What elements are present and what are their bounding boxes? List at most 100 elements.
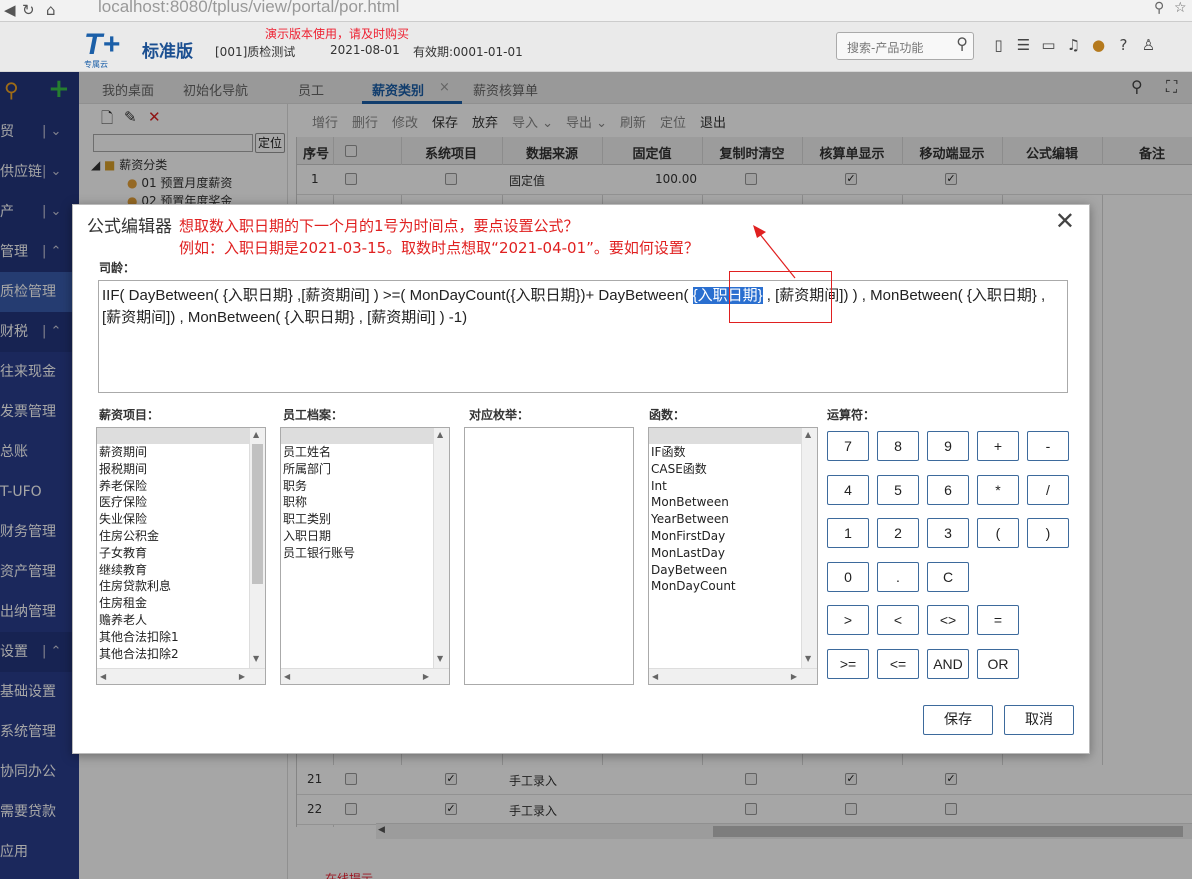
operator-button[interactable]: 0	[827, 561, 869, 592]
back-icon[interactable]: ◀	[4, 1, 16, 19]
list-item[interactable]: 赡养老人	[97, 612, 265, 629]
operator-button[interactable]: C	[927, 561, 969, 592]
operator-button[interactable]: +	[977, 431, 1019, 461]
scroll-left-icon[interactable]: ◀	[100, 672, 106, 681]
key-icon[interactable]: ⚲	[1154, 0, 1164, 16]
list-item[interactable]: IF函数	[649, 444, 817, 461]
operator-button[interactable]: <>	[927, 605, 969, 635]
list-item[interactable]: 其他合法扣除2	[97, 646, 265, 663]
employee-list-scrollbar[interactable]: ▲ ▼	[433, 428, 449, 668]
bell-icon[interactable]: ♫	[1061, 36, 1086, 54]
salary-list-scrollbar[interactable]: ▲ ▼	[249, 428, 265, 668]
operator-button[interactable]: (	[977, 518, 1019, 548]
operator-button[interactable]: >=	[827, 648, 869, 679]
list-item[interactable]: MonFirstDay	[649, 528, 817, 545]
scroll-down-icon[interactable]: ▼	[253, 654, 259, 663]
scroll-right-icon[interactable]: ▶	[423, 672, 429, 681]
functions-list[interactable]: IF函数 CASE函数 Int MonBetween YearBetween MonFir…	[648, 427, 818, 685]
list-item[interactable]: CASE函数	[649, 461, 817, 478]
list-item[interactable]: 住房贷款利息	[97, 578, 265, 595]
help-icon[interactable]: ?	[1111, 36, 1136, 54]
list-item[interactable]: Int	[649, 478, 817, 495]
operator-button[interactable]: =	[977, 605, 1019, 635]
list-item[interactable]: DayBetween	[649, 562, 817, 579]
operator-button[interactable]: 4	[827, 474, 869, 505]
list-item[interactable]: MonDayCount	[649, 578, 817, 595]
list-item[interactable]: YearBetween	[649, 511, 817, 528]
checklist-icon[interactable]: ☰	[1011, 36, 1036, 54]
operator-button[interactable]: 7	[827, 431, 869, 461]
demo-notice[interactable]: 演示版本使用，请及时购买	[265, 25, 409, 42]
list-item[interactable]: 薪资期间	[97, 444, 265, 461]
operator-button[interactable]: >	[827, 605, 869, 635]
scroll-left-icon[interactable]: ◀	[652, 672, 658, 681]
operator-button[interactable]: 9	[927, 431, 969, 461]
operator-button[interactable]: <=	[877, 648, 919, 679]
scroll-up-icon[interactable]: ▲	[805, 430, 811, 439]
operator-button[interactable]: .	[877, 561, 919, 592]
scroll-down-icon[interactable]: ▼	[805, 654, 811, 663]
list-item[interactable]: 住房公积金	[97, 528, 265, 545]
reload-icon[interactable]: ↻	[22, 1, 35, 19]
scroll-right-icon[interactable]: ▶	[239, 672, 245, 681]
scroll-right-icon[interactable]: ▶	[791, 672, 797, 681]
list-item[interactable]: 职称	[281, 494, 449, 511]
scroll-up-icon[interactable]: ▲	[253, 430, 259, 439]
user-icon[interactable]: ♙	[1136, 36, 1161, 54]
functions-list-scrollbar[interactable]: ▲ ▼	[801, 428, 817, 668]
close-icon[interactable]: ✕	[1055, 207, 1075, 235]
list-item[interactable]: 养老保险	[97, 478, 265, 495]
operator-button[interactable]: *	[977, 474, 1019, 505]
formula-textarea[interactable]: IIF( DayBetween( {入职日期} ,[薪资期间] ) >=( Mo…	[98, 280, 1068, 393]
operator-button[interactable]: 8	[877, 431, 919, 461]
scroll-thumb[interactable]	[252, 444, 263, 584]
employee-file-list[interactable]: 员工姓名 所属部门 职务 职称 职工类别 入职日期 员工银行账号 ▲ ▼ ◀ ▶	[280, 427, 450, 685]
search-input[interactable]: 搜索-产品功能 ⚲	[836, 32, 974, 60]
scroll-up-icon[interactable]: ▲	[437, 430, 443, 439]
list-item[interactable]: 所属部门	[281, 461, 449, 478]
url-text[interactable]: localhost:8080/tplus/view/portal/por.htm…	[98, 0, 399, 17]
cancel-button[interactable]: 取消	[1004, 705, 1074, 735]
horizontal-scrollbar[interactable]: ◀ ▶	[97, 668, 265, 684]
operator-button[interactable]: 3	[927, 518, 969, 548]
operator-button[interactable]: /	[1027, 474, 1069, 505]
list-item[interactable]: 职工类别	[281, 511, 449, 528]
document-icon[interactable]: ▯	[986, 36, 1011, 54]
save-button[interactable]: 保存	[923, 705, 993, 735]
search-icon[interactable]: ⚲	[956, 34, 968, 53]
operator-button[interactable]: )	[1027, 518, 1069, 548]
list-item[interactable]: 其他合法扣除1	[97, 629, 265, 646]
home-icon[interactable]: ⌂	[46, 1, 56, 19]
list-item[interactable]: 员工姓名	[281, 444, 449, 461]
list-item[interactable]: 入职日期	[281, 528, 449, 545]
list-item[interactable]: 失业保险	[97, 511, 265, 528]
list-item[interactable]: 子女教育	[97, 545, 265, 562]
list-item[interactable]: MonLastDay	[649, 545, 817, 562]
list-item[interactable]: 报税期间	[97, 461, 265, 478]
list-item[interactable]: MonBetween	[649, 494, 817, 511]
mascot-icon[interactable]: ●	[1086, 36, 1111, 54]
operator-button[interactable]: AND	[927, 648, 969, 679]
operator-button[interactable]: <	[877, 605, 919, 635]
operator-button[interactable]: 6	[927, 474, 969, 505]
list-item[interactable]: 医疗保险	[97, 494, 265, 511]
horizontal-scrollbar[interactable]: ◀ ▶	[649, 668, 817, 684]
scroll-left-icon[interactable]: ◀	[284, 672, 290, 681]
operator-button[interactable]: 5	[877, 474, 919, 505]
message-icon[interactable]: ▭	[1036, 36, 1061, 54]
salary-items-list[interactable]: 薪资期间 报税期间 养老保险 医疗保险 失业保险 住房公积金 子女教育 继续教育 住房贷款利息住…	[96, 427, 266, 685]
operator-button[interactable]: 2	[877, 518, 919, 548]
enum-list[interactable]	[464, 427, 634, 685]
operator-button[interactable]: -	[1027, 431, 1069, 461]
formula-editor-dialog: 公式编辑器 ✕ 想取数入职日期的下一个月的1号为时间点，要点设置公式？ 例如：入…	[72, 204, 1090, 754]
list-item[interactable]: 继续教育	[97, 562, 265, 579]
horizontal-scrollbar[interactable]: ◀ ▶	[281, 668, 449, 684]
list-item[interactable]: 职务	[281, 478, 449, 495]
company-name[interactable]: [001]质检测试	[215, 43, 295, 60]
scroll-down-icon[interactable]: ▼	[437, 654, 443, 663]
list-item[interactable]: 住房租金	[97, 595, 265, 612]
operator-button[interactable]: 1	[827, 518, 869, 548]
star-icon[interactable]: ☆	[1174, 0, 1187, 16]
operator-button[interactable]: OR	[977, 648, 1019, 679]
list-item[interactable]: 员工银行账号	[281, 545, 449, 562]
